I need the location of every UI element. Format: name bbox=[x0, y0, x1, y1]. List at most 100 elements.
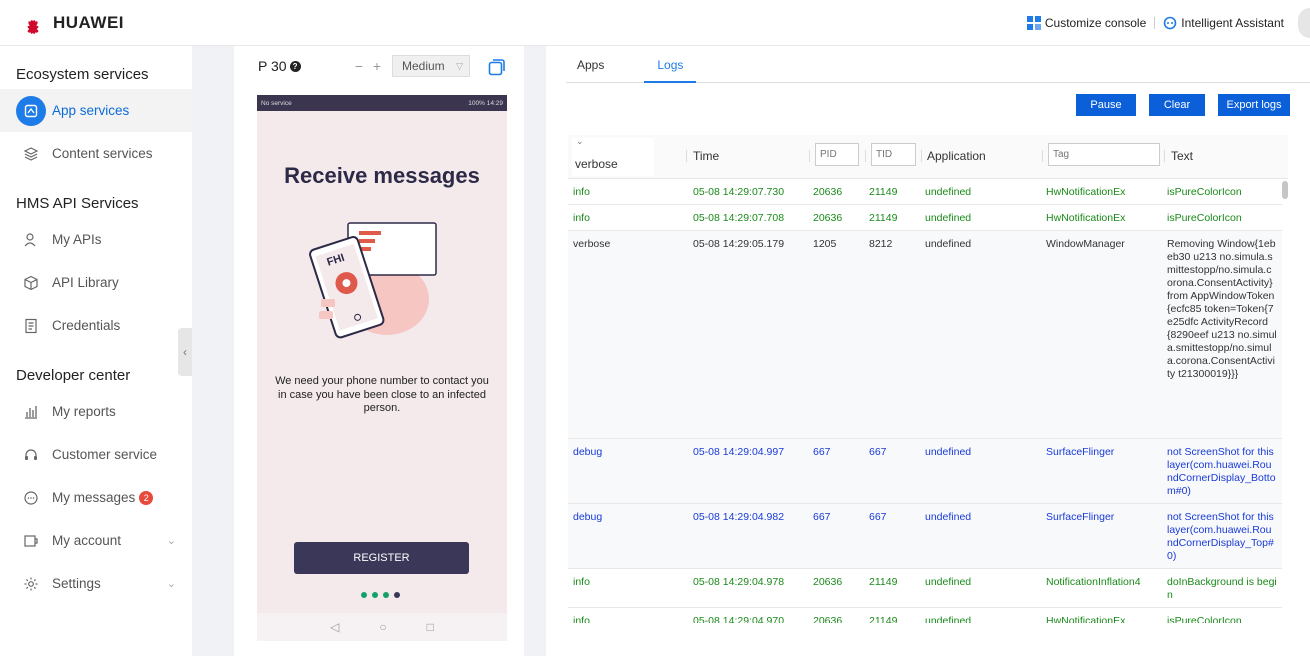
log-row[interactable]: info 05-08 14:29:07.708 20636 21149 unde… bbox=[568, 205, 1282, 231]
log-application: undefined bbox=[925, 615, 972, 623]
sidebar-item-my-account[interactable]: My account ⌄ bbox=[0, 519, 192, 562]
size-select-value: Medium bbox=[402, 59, 445, 73]
chevron-down-icon: ⌄ bbox=[166, 578, 176, 590]
sidebar-group-title: Ecosystem services bbox=[16, 66, 149, 83]
log-time: 05-08 14:29:04.997 bbox=[693, 446, 785, 458]
screen-body-text: We need your phone number to contact you… bbox=[275, 375, 489, 414]
phone-nav-bar: ◁ ○ □ bbox=[257, 613, 507, 641]
log-text: isPureColorIcon bbox=[1167, 212, 1242, 224]
column-divider bbox=[686, 150, 687, 162]
page-dot bbox=[361, 592, 367, 598]
chat-icon bbox=[22, 489, 40, 507]
sidebar-item-label: My messages bbox=[52, 490, 136, 505]
tab-logs[interactable]: Logs bbox=[644, 46, 697, 83]
log-scrollbar[interactable] bbox=[1282, 179, 1288, 623]
log-application: undefined bbox=[925, 511, 972, 523]
sidebar-item-credentials[interactable]: Credentials bbox=[0, 304, 192, 347]
help-icon[interactable]: ? bbox=[289, 60, 301, 72]
log-text: Removing Window{1ebeb30 u213 no.simula.s… bbox=[1167, 238, 1277, 380]
sidebar-collapse-button[interactable]: ‹ bbox=[178, 328, 192, 376]
clear-button[interactable]: Clear bbox=[1149, 94, 1205, 116]
log-row[interactable]: debug 05-08 14:29:04.982 667 667 undefin… bbox=[568, 504, 1282, 569]
log-tid: 21149 bbox=[869, 186, 898, 198]
level-select[interactable]: ⌄ verbose bbox=[572, 136, 654, 176]
tag-filter-input[interactable] bbox=[1048, 143, 1160, 166]
log-row[interactable]: info 05-08 14:29:07.730 20636 21149 unde… bbox=[568, 179, 1282, 205]
log-application: undefined bbox=[925, 212, 972, 224]
log-level: debug bbox=[573, 511, 603, 523]
avatar[interactable] bbox=[1298, 8, 1310, 38]
tab-apps[interactable]: Apps bbox=[566, 46, 615, 83]
log-tid: 21149 bbox=[869, 212, 898, 224]
assistant-icon bbox=[1163, 16, 1177, 30]
sidebar-item-settings[interactable]: Settings ⌄ bbox=[0, 562, 192, 605]
log-tid: 667 bbox=[869, 511, 887, 523]
sidebar-item-api-library[interactable]: API Library bbox=[0, 261, 192, 304]
customize-console-label: Customize console bbox=[1044, 16, 1147, 30]
log-level: info bbox=[573, 615, 590, 623]
recent-apps-icon[interactable]: □ bbox=[427, 620, 434, 634]
sidebar-item-my-messages[interactable]: My messages 2 bbox=[0, 476, 192, 519]
log-tag: HwNotificationEx bbox=[1046, 615, 1126, 623]
screenshot-icon[interactable] bbox=[488, 58, 506, 76]
headset-icon bbox=[22, 446, 40, 464]
cube-icon bbox=[22, 274, 40, 292]
register-button[interactable]: REGISTER bbox=[294, 542, 469, 574]
scrollbar-thumb[interactable] bbox=[1282, 181, 1288, 199]
pause-button[interactable]: Pause bbox=[1076, 94, 1136, 116]
sidebar-item-content-services[interactable]: Content services bbox=[0, 132, 192, 175]
chevron-left-icon: ‹ bbox=[183, 345, 187, 359]
status-left: No service bbox=[261, 99, 292, 107]
table-header: ⌄ verbose Time Application Text bbox=[568, 135, 1288, 179]
log-row[interactable]: verbose 05-08 14:29:05.179 1205 8212 und… bbox=[568, 231, 1282, 439]
log-pid: 20636 bbox=[813, 576, 843, 588]
log-application: undefined bbox=[925, 576, 972, 588]
huawei-logo[interactable]: HUAWEI bbox=[18, 11, 124, 35]
log-tid: 667 bbox=[869, 446, 887, 458]
log-pid: 20636 bbox=[813, 212, 843, 224]
column-divider bbox=[1042, 150, 1043, 162]
log-tid: 21149 bbox=[869, 576, 898, 588]
sidebar-item-app-services[interactable]: App services bbox=[0, 89, 192, 132]
status-right: 100% 14:29 bbox=[468, 99, 503, 107]
log-text: doInBackground is begin bbox=[1167, 576, 1277, 601]
sidebar-item-my-reports[interactable]: My reports bbox=[0, 390, 192, 433]
pid-filter-input[interactable] bbox=[815, 143, 859, 166]
bar-chart-icon bbox=[22, 403, 40, 421]
export-logs-button[interactable]: Export logs bbox=[1218, 94, 1290, 116]
log-time: 05-08 14:29:04.982 bbox=[693, 511, 785, 523]
tid-filter-input[interactable] bbox=[871, 143, 916, 166]
sidebar-item-label: My reports bbox=[52, 404, 116, 419]
log-pid: 667 bbox=[813, 511, 831, 523]
brand-name: HUAWEI bbox=[53, 13, 124, 32]
log-pid: 20636 bbox=[813, 186, 843, 198]
chevron-down-icon: ⌄ bbox=[166, 535, 176, 547]
log-row[interactable]: info 05-08 14:29:04.978 20636 21149 unde… bbox=[568, 569, 1282, 608]
log-actions: Pause Clear Export logs bbox=[1076, 94, 1290, 116]
account-icon bbox=[22, 532, 40, 550]
log-row[interactable]: debug 05-08 14:29:04.997 667 667 undefin… bbox=[568, 439, 1282, 504]
sidebar-group-title: Developer center bbox=[16, 367, 131, 384]
phone-status-bar: No service 100% 14:29 bbox=[257, 95, 507, 111]
back-icon[interactable]: ◁ bbox=[330, 620, 339, 634]
size-select[interactable]: Medium ▽ bbox=[392, 55, 470, 77]
log-time: 05-08 14:29:07.730 bbox=[693, 186, 785, 198]
log-pid: 1205 bbox=[813, 238, 837, 250]
zoom-out-button[interactable]: − bbox=[350, 58, 368, 74]
page-dot bbox=[383, 592, 389, 598]
layers-icon bbox=[22, 145, 40, 163]
sidebar-item-my-apis[interactable]: My APIs bbox=[0, 218, 192, 261]
log-time: 05-08 14:29:04.970 bbox=[693, 615, 785, 623]
customize-console-link[interactable]: Customize console bbox=[1026, 16, 1147, 30]
log-time: 05-08 14:29:07.708 bbox=[693, 212, 785, 224]
intelligent-assistant-label: Intelligent Assistant bbox=[1181, 16, 1284, 30]
column-divider bbox=[865, 150, 866, 162]
sidebar-item-label: Customer service bbox=[52, 447, 158, 462]
sidebar-item-customer-service[interactable]: Customer service bbox=[0, 433, 192, 476]
page-indicator bbox=[361, 592, 400, 598]
zoom-in-button[interactable]: + bbox=[368, 58, 386, 74]
intelligent-assistant-link[interactable]: Intelligent Assistant bbox=[1163, 16, 1284, 30]
sidebar-item-label: Settings bbox=[52, 576, 101, 591]
log-row[interactable]: info 05-08 14:29:04.970 20636 21149 unde… bbox=[568, 608, 1282, 623]
home-icon[interactable]: ○ bbox=[379, 620, 386, 634]
